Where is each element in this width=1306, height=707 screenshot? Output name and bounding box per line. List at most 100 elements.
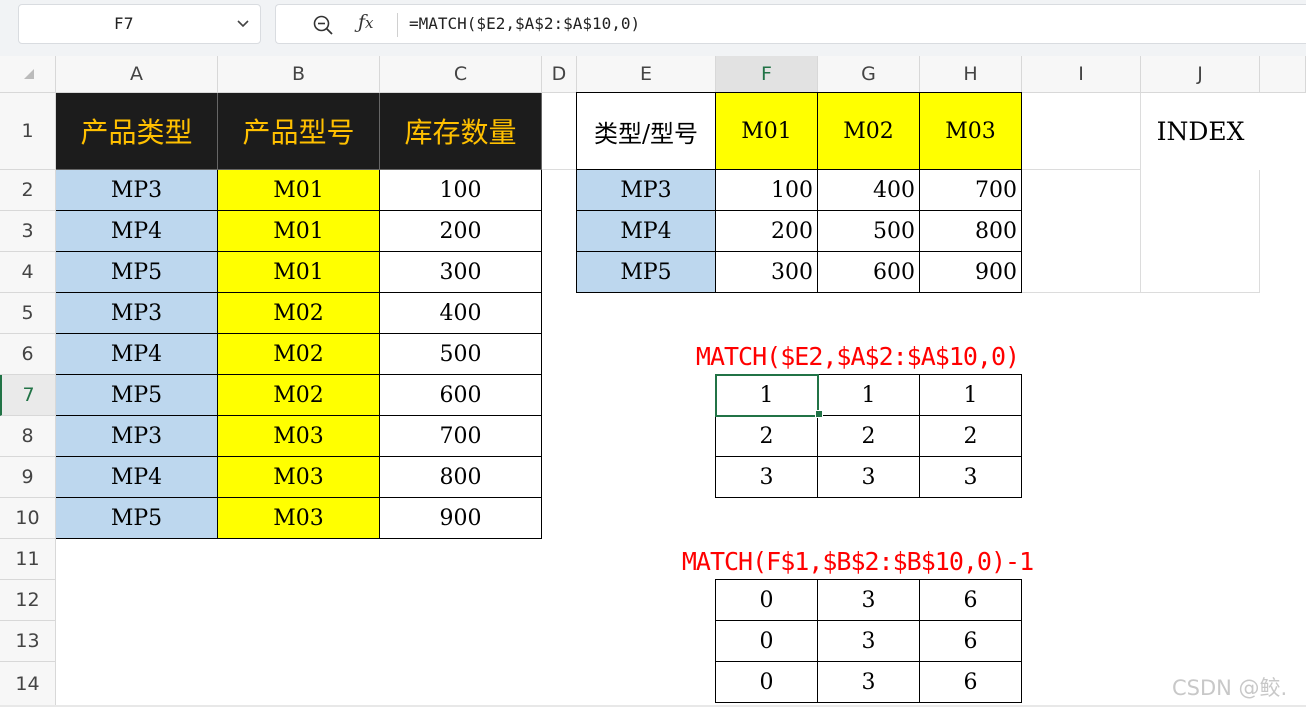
row-header-5[interactable]: 5 <box>0 293 56 334</box>
row-header-1[interactable]: 1 <box>0 93 56 170</box>
table-cell[interactable]: 700 <box>920 170 1022 211</box>
fill-handle[interactable] <box>815 410 823 418</box>
row-header-6[interactable]: 6 <box>0 334 56 375</box>
cross-col-header-m02[interactable]: M02 <box>818 92 920 170</box>
table-cell[interactable]: M02 <box>218 375 380 416</box>
table-cell[interactable]: 3 <box>818 579 920 621</box>
column-header-h[interactable]: H <box>920 56 1022 93</box>
column-header-e[interactable]: E <box>577 56 716 93</box>
cross-col-header-m03[interactable]: M03 <box>920 92 1022 170</box>
row-header-4[interactable]: 4 <box>0 252 56 293</box>
row-header-14[interactable]: 14 <box>0 662 56 707</box>
table-cell[interactable]: 3 <box>818 621 920 662</box>
row-header-7[interactable]: 7 <box>0 375 56 416</box>
table-cell[interactable]: MP4 <box>56 334 218 375</box>
table-cell[interactable]: M03 <box>218 457 380 498</box>
grid-cell[interactable] <box>542 93 577 170</box>
table-cell[interactable]: 900 <box>380 498 542 539</box>
row-header-8[interactable]: 8 <box>0 416 56 457</box>
table-cell[interactable]: 6 <box>920 579 1022 621</box>
table-cell[interactable]: 200 <box>716 211 818 252</box>
grid-cell[interactable] <box>1022 93 1141 170</box>
column-header-c[interactable]: C <box>380 56 542 93</box>
table-cell[interactable]: M01 <box>218 252 380 293</box>
table-cell[interactable]: 400 <box>380 293 542 334</box>
grid-cell[interactable] <box>1141 170 1260 293</box>
table-cell[interactable]: MP5 <box>56 252 218 293</box>
header-stock-qty[interactable]: 库存数量 <box>380 93 542 170</box>
chevron-down-icon[interactable] <box>236 18 250 30</box>
row-header-13[interactable]: 13 <box>0 621 56 662</box>
grid-cell[interactable] <box>1022 170 1141 293</box>
table-cell[interactable]: 6 <box>920 662 1022 703</box>
table-cell[interactable]: 100 <box>380 170 542 211</box>
column-header-d[interactable]: D <box>542 56 577 93</box>
formula-text[interactable]: =MATCH($E2,$A$2:$A$10,0) <box>409 5 640 43</box>
table-cell[interactable]: 3 <box>818 457 920 498</box>
match-row-label[interactable]: MATCH($E2,$A$2:$A$10,0) <box>660 336 1055 376</box>
table-cell[interactable]: M02 <box>218 293 380 334</box>
row-header-9[interactable]: 9 <box>0 457 56 498</box>
cross-col-header-m01[interactable]: M01 <box>716 92 818 170</box>
spreadsheet-grid[interactable]: A B C D E F G H I J 1 2 3 4 5 6 7 8 9 10… <box>0 56 1306 707</box>
table-cell[interactable]: 1 <box>818 374 920 416</box>
select-all-corner[interactable] <box>0 56 56 93</box>
table-cell[interactable]: 2 <box>715 416 818 457</box>
table-cell[interactable]: 800 <box>920 211 1022 252</box>
table-cell[interactable]: M02 <box>218 334 380 375</box>
column-header-g[interactable]: G <box>818 56 920 93</box>
table-cell[interactable]: 300 <box>380 252 542 293</box>
table-cell[interactable]: 500 <box>380 334 542 375</box>
table-cell[interactable]: M01 <box>218 211 380 252</box>
header-product-type[interactable]: 产品类型 <box>56 93 218 170</box>
table-cell[interactable]: 3 <box>920 457 1022 498</box>
column-header-k[interactable] <box>1260 56 1306 93</box>
table-cell[interactable]: 300 <box>716 252 818 293</box>
column-header-i[interactable]: I <box>1022 56 1141 93</box>
formula-bar[interactable]: ƒx =MATCH($E2,$A$2:$A$10,0) <box>275 4 1306 44</box>
zoom-icon[interactable] <box>312 14 334 36</box>
table-cell[interactable]: MP3 <box>56 293 218 334</box>
fx-icon[interactable]: ƒx <box>358 11 374 33</box>
table-cell[interactable]: 0 <box>715 621 818 662</box>
table-cell[interactable]: 700 <box>380 416 542 457</box>
table-cell[interactable]: 2 <box>920 416 1022 457</box>
name-box[interactable]: F7 <box>18 4 261 44</box>
table-cell[interactable]: 600 <box>818 252 920 293</box>
table-cell[interactable]: M03 <box>218 498 380 539</box>
row-header-3[interactable]: 3 <box>0 211 56 252</box>
table-cell[interactable]: 800 <box>380 457 542 498</box>
table-cell[interactable]: 0 <box>715 662 818 703</box>
table-cell[interactable]: MP5 <box>56 498 218 539</box>
index-label[interactable]: INDEX <box>1141 93 1260 170</box>
row-header-10[interactable]: 10 <box>0 498 56 539</box>
table-cell[interactable]: 100 <box>716 170 818 211</box>
column-header-j[interactable]: J <box>1141 56 1260 93</box>
table-cell[interactable]: MP4 <box>56 211 218 252</box>
row-header-11[interactable]: 11 <box>0 539 56 580</box>
table-cell[interactable]: 3 <box>818 662 920 703</box>
table-cell[interactable]: 1 <box>920 374 1022 416</box>
table-cell[interactable]: 900 <box>920 252 1022 293</box>
cross-table-corner[interactable]: 类型/型号 <box>576 92 716 170</box>
table-cell[interactable]: 3 <box>715 457 818 498</box>
table-cell[interactable]: 400 <box>818 170 920 211</box>
column-header-f[interactable]: F <box>716 56 818 93</box>
cross-row-header-mp5[interactable]: MP5 <box>576 252 716 293</box>
match-col-label[interactable]: MATCH(F$1,$B$2:$B$10,0)-1 <box>640 541 1075 581</box>
table-cell[interactable]: 0 <box>715 579 818 621</box>
header-product-model[interactable]: 产品型号 <box>218 93 380 170</box>
cross-row-header-mp3[interactable]: MP3 <box>576 170 716 211</box>
table-cell[interactable]: MP4 <box>56 457 218 498</box>
table-cell[interactable]: MP3 <box>56 170 218 211</box>
table-cell[interactable]: 500 <box>818 211 920 252</box>
table-cell[interactable]: 200 <box>380 211 542 252</box>
table-cell[interactable]: 6 <box>920 621 1022 662</box>
table-cell[interactable]: MP3 <box>56 416 218 457</box>
column-header-b[interactable]: B <box>218 56 380 93</box>
active-cell-border[interactable] <box>715 374 819 417</box>
cross-row-header-mp4[interactable]: MP4 <box>576 211 716 252</box>
table-cell[interactable]: M03 <box>218 416 380 457</box>
table-cell[interactable]: 600 <box>380 375 542 416</box>
row-header-2[interactable]: 2 <box>0 170 56 211</box>
